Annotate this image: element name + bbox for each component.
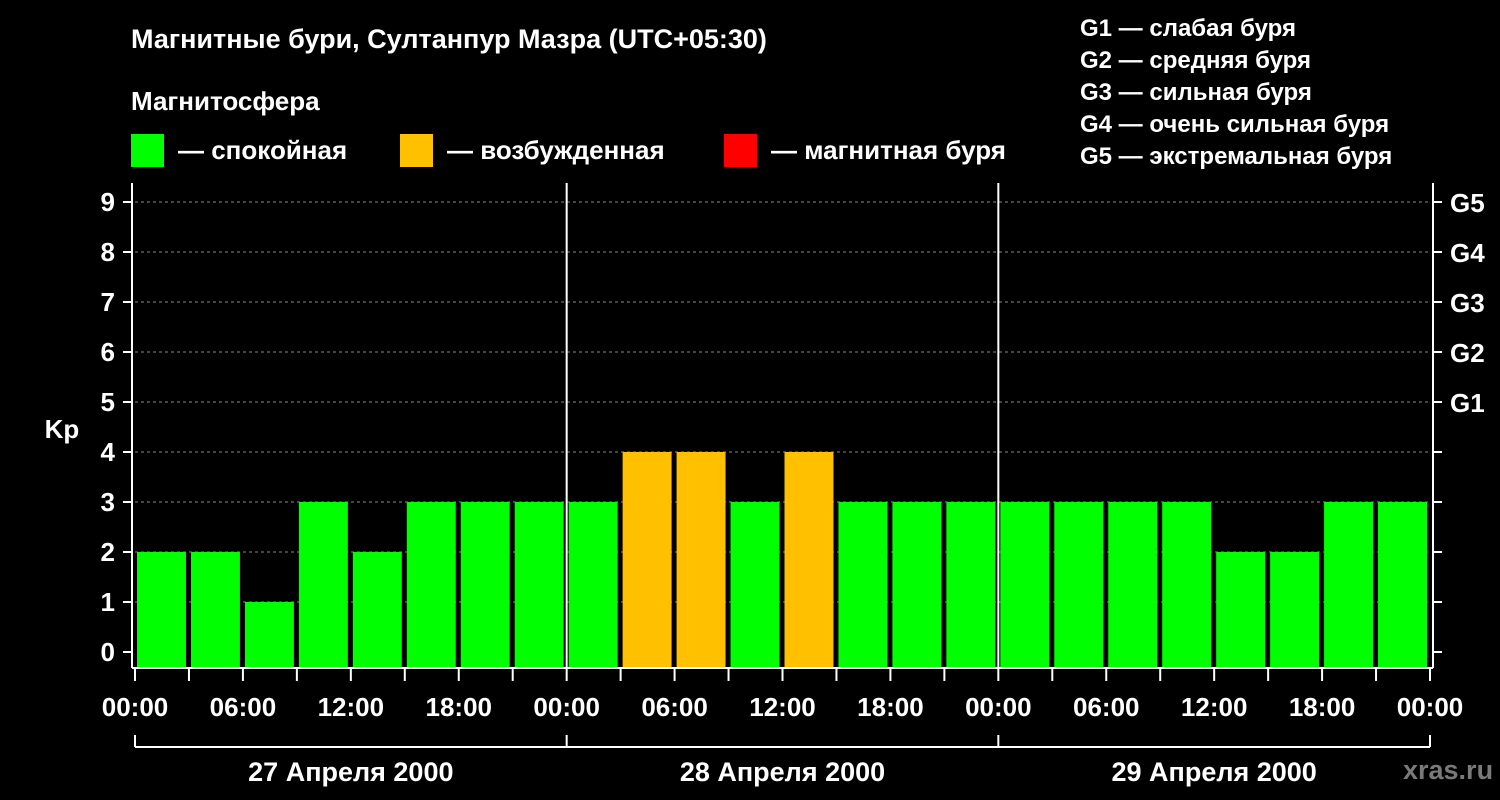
- kp-bar: [1324, 502, 1374, 668]
- y-tick-label: 8: [101, 237, 115, 267]
- g-axis-label: G1: [1450, 388, 1485, 418]
- x-tick-label: 06:00: [641, 692, 708, 722]
- kp-bar: [784, 452, 834, 668]
- y-tick-label: 4: [101, 437, 116, 467]
- x-tick-label: 00:00: [965, 692, 1032, 722]
- x-tick-label: 00:00: [1397, 692, 1464, 722]
- y-tick-label: 7: [101, 287, 115, 317]
- kp-bar: [892, 502, 942, 668]
- kp-bar: [622, 452, 672, 668]
- y-tick-label: 3: [101, 487, 115, 517]
- y-tick-label: 2: [101, 537, 115, 567]
- kp-bar: [298, 502, 348, 668]
- kp-bar: [190, 552, 240, 668]
- kp-bar: [1378, 502, 1427, 668]
- kp-bar: [1270, 552, 1320, 668]
- x-tick-label: 06:00: [1073, 692, 1140, 722]
- kp-bar: [1054, 502, 1104, 668]
- kp-chart: 0 1 2 3 4 5 6 7 8 9 G1 G2 G3 G4 G5 Kp 00:00 06:00 12:00 18:…: [45, 183, 1485, 787]
- x-tick-label: 12:00: [318, 692, 385, 722]
- y-tick-label: 6: [101, 337, 115, 367]
- g-axis-label: G4: [1450, 238, 1485, 268]
- day-label: 27 Апреля 2000: [248, 757, 453, 787]
- kp-bar: [946, 502, 996, 668]
- g-axis-label: G3: [1450, 288, 1485, 318]
- kp-bar: [244, 602, 294, 668]
- y-tick-label: 1: [101, 587, 115, 617]
- x-tick-label: 00:00: [533, 692, 600, 722]
- watermark: xras.ru: [1403, 755, 1494, 785]
- kp-bar: [676, 452, 726, 668]
- kp-bar: [352, 552, 402, 668]
- x-tick-label: 12:00: [749, 692, 816, 722]
- x-tick-label: 18:00: [426, 692, 493, 722]
- day-label: 29 Апреля 2000: [1112, 757, 1317, 787]
- kp-bar: [406, 502, 456, 668]
- kp-bar: [1000, 502, 1050, 668]
- g-axis-label: G5: [1450, 188, 1485, 218]
- y-tick-label: 5: [101, 387, 115, 417]
- x-tick-label: 18:00: [1289, 692, 1356, 722]
- g-axis-label: G2: [1450, 338, 1485, 368]
- kp-bar: [1162, 502, 1212, 668]
- x-tick-label: 12:00: [1181, 692, 1248, 722]
- kp-bar: [460, 502, 510, 668]
- kp-bar: [730, 502, 780, 668]
- y-tick-label: 0: [101, 637, 115, 667]
- x-tick-label: 18:00: [857, 692, 924, 722]
- kp-bar: [514, 502, 564, 668]
- kp-bar: [568, 502, 618, 668]
- x-tick-label: 00:00: [102, 692, 169, 722]
- kp-bar: [1216, 552, 1266, 668]
- kp-bar: [137, 552, 186, 668]
- x-tick-label: 06:00: [210, 692, 277, 722]
- day-label: 28 Апреля 2000: [680, 757, 885, 787]
- kp-bar: [838, 502, 888, 668]
- y-axis-title: Kp: [45, 414, 80, 444]
- y-tick-label: 9: [101, 187, 115, 217]
- kp-bar: [1108, 502, 1158, 668]
